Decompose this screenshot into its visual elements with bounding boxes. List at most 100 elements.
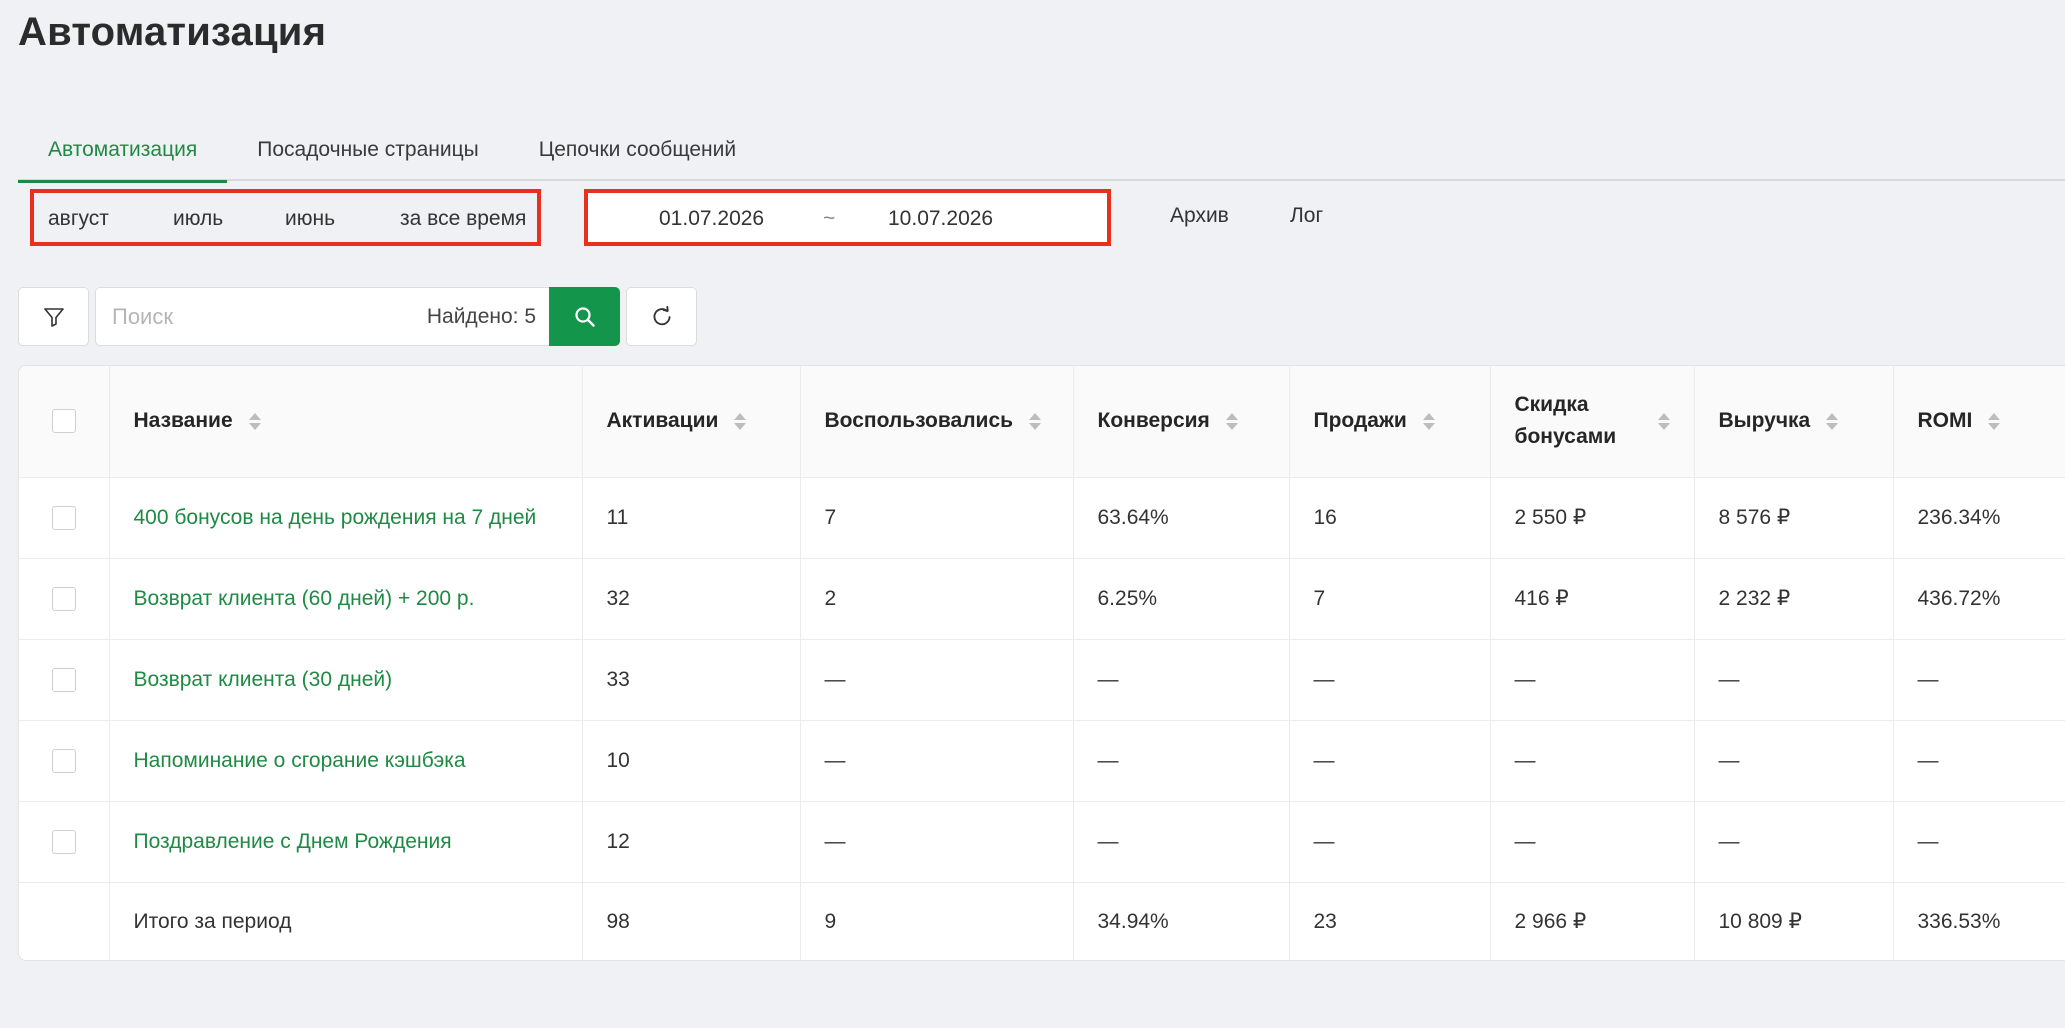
cell-bonus-discount: — (1490, 639, 1695, 721)
tab-bar: Автоматизация Посадочные страницы Цепочк… (18, 118, 2065, 183)
col-header-label: Воспользовались (824, 409, 1014, 433)
cell-activations: 12 (582, 801, 801, 883)
cell-conversion: — (1073, 639, 1290, 721)
row-select-cell (19, 801, 110, 883)
col-header-label: ROMI (1917, 409, 1973, 433)
cell-revenue: 2 232 ₽ (1694, 558, 1894, 640)
tab-landing-pages[interactable]: Посадочные страницы (227, 118, 509, 181)
search-input[interactable] (112, 300, 392, 334)
cell-sales: 16 (1289, 477, 1491, 559)
row-select-cell (19, 639, 110, 721)
col-header-revenue[interactable]: Выручка (1694, 366, 1894, 478)
cell-activations: 10 (582, 720, 801, 802)
col-header-conversion[interactable]: Конверсия (1073, 366, 1290, 478)
row-select-cell (19, 477, 110, 559)
row-checkbox[interactable] (51, 505, 76, 530)
cell-sales: — (1289, 720, 1491, 802)
sort-icon[interactable] (1988, 412, 2001, 430)
total-label: Итого за период (109, 882, 583, 960)
automation-name-link[interactable]: Возврат клиента (30 дней) (109, 639, 583, 721)
cell-activations: 33 (582, 639, 801, 721)
period-july[interactable]: июль (173, 207, 223, 231)
cell-used: — (800, 801, 1074, 883)
automation-name-link[interactable]: 400 бонусов на день рождения на 7 дней (109, 477, 583, 559)
col-header-activations[interactable]: Активации (582, 366, 801, 478)
search-button[interactable] (549, 287, 620, 346)
automation-name-link[interactable]: Поздравление с Днем Рождения (109, 801, 583, 883)
row-select-cell (19, 558, 110, 640)
log-link[interactable]: Лог (1290, 204, 1323, 228)
cell-bonus-discount: — (1490, 801, 1695, 883)
sort-icon[interactable] (1029, 412, 1042, 430)
filter-button[interactable] (18, 287, 89, 346)
tab-automation[interactable]: Автоматизация (18, 118, 228, 183)
automation-name-link[interactable]: Напоминание о сгорание кэшбэка (109, 720, 583, 802)
cell-bonus-discount: 416 ₽ (1490, 558, 1695, 640)
page-title: Автоматизация (18, 10, 327, 54)
cell-used: 2 (800, 558, 1074, 640)
row-checkbox[interactable] (51, 829, 76, 854)
cell-bonus-discount: 2 550 ₽ (1490, 477, 1695, 559)
cell-revenue: — (1694, 639, 1894, 721)
row-checkbox[interactable] (51, 586, 76, 611)
sort-icon[interactable] (734, 412, 747, 430)
cell-romi: — (1893, 639, 2065, 721)
period-quick-select: август июль июнь за все время (30, 189, 541, 246)
total-bonus-discount: 2 966 ₽ (1490, 882, 1695, 960)
sort-icon[interactable] (1826, 412, 1839, 430)
sort-icon[interactable] (1422, 412, 1435, 430)
col-header-name[interactable]: Название (109, 366, 583, 478)
automation-page: Автоматизация Автоматизация Посадочные с… (0, 0, 2065, 1028)
automation-name-link[interactable]: Возврат клиента (60 дней) + 200 р. (109, 558, 583, 640)
cell-used: 7 (800, 477, 1074, 559)
period-june[interactable]: июнь (285, 207, 335, 231)
row-checkbox[interactable] (51, 667, 76, 692)
col-header-bonus-discount[interactable]: Скидка бонусами (1490, 366, 1695, 478)
cell-sales: — (1289, 639, 1491, 721)
date-range-picker[interactable]: 01.07.2026 ~ 10.07.2026 (584, 189, 1111, 246)
col-header-used[interactable]: Воспользовались (800, 366, 1074, 478)
date-end[interactable]: 10.07.2026 (888, 207, 993, 231)
cell-romi: — (1893, 720, 2065, 802)
total-used: 9 (800, 882, 1074, 960)
total-activations: 98 (582, 882, 801, 960)
tab-message-chains[interactable]: Цепочки сообщений (509, 118, 766, 181)
automation-table: Название Активации Воспользовались Конве… (18, 365, 2065, 961)
col-header-sales[interactable]: Продажи (1289, 366, 1491, 478)
cell-activations: 32 (582, 558, 801, 640)
table-header-row: Название Активации Воспользовались Конве… (19, 366, 2065, 478)
sort-icon[interactable] (1657, 412, 1670, 430)
cell-romi: — (1893, 801, 2065, 883)
cell-sales: 7 (1289, 558, 1491, 640)
cell-romi: 436.72% (1893, 558, 2065, 640)
row-checkbox[interactable] (51, 748, 76, 773)
refresh-icon (653, 305, 671, 325)
total-conversion: 34.94% (1073, 882, 1290, 960)
table-row: Напоминание о сгорание кэшбэка 10 — — — … (19, 720, 2065, 802)
col-header-label: Скидка бонусами (1514, 393, 1617, 449)
cell-revenue: 8 576 ₽ (1694, 477, 1894, 559)
cell-conversion: 63.64% (1073, 477, 1290, 559)
sort-icon[interactable] (1225, 412, 1238, 430)
table-row: Поздравление с Днем Рождения 12 — — — — … (19, 801, 2065, 883)
cell-used: — (800, 639, 1074, 721)
archive-link[interactable]: Архив (1170, 204, 1229, 228)
date-start[interactable]: 01.07.2026 (659, 207, 764, 231)
filter-icon (43, 307, 64, 327)
col-header-label: Название (133, 409, 233, 433)
cell-revenue: — (1694, 801, 1894, 883)
col-header-label: Активации (606, 409, 719, 433)
sort-icon[interactable] (248, 412, 261, 430)
col-header-label: Продажи (1313, 409, 1407, 433)
table-row: Возврат клиента (60 дней) + 200 р. 32 2 … (19, 558, 2065, 640)
table-total-row: Итого за период 98 9 34.94% 23 2 966 ₽ 1… (19, 882, 2065, 960)
select-all-checkbox[interactable] (51, 409, 76, 434)
table-row: 400 бонусов на день рождения на 7 дней 1… (19, 477, 2065, 559)
col-header-romi[interactable]: ROMI (1893, 366, 2065, 478)
period-all-time[interactable]: за все время (400, 207, 526, 231)
refresh-button[interactable] (626, 287, 697, 346)
period-august[interactable]: август (48, 207, 109, 231)
cell-activations: 11 (582, 477, 801, 559)
cell-revenue: — (1694, 720, 1894, 802)
select-all-cell (19, 366, 110, 478)
